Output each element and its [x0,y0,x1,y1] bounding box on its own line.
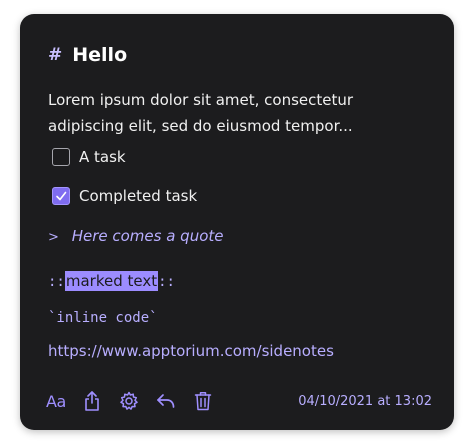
marked-text: marked text [64,271,159,291]
task-label: Completed task [79,187,198,205]
font-icon[interactable]: Aa [46,392,66,411]
gear-icon[interactable] [118,390,140,412]
note-card: # Hello Lorem ipsum dolor sit amet, cons… [20,14,454,430]
marked-suffix: :: [158,274,175,290]
marked-line: ::marked text:: [48,271,175,291]
inline-code: `inline code` [48,310,158,326]
marked-prefix: :: [48,274,65,290]
checkmark-icon [56,191,67,201]
note-title[interactable]: # Hello [48,44,127,66]
quote-text: Here comes a quote [71,227,224,245]
timestamp: 04/10/2021 at 13:02 [298,394,432,409]
quote-marker: > [48,230,59,245]
task-item: A task [52,148,126,166]
task-checkbox-checked[interactable] [52,187,70,205]
undo-icon[interactable] [155,390,177,412]
heading-marker: # [48,45,63,65]
task-label: A task [79,148,126,166]
trash-icon[interactable] [192,390,214,412]
bottom-toolbar: Aa [46,390,229,412]
task-item-completed: Completed task [52,187,197,205]
paragraph-text: Lorem ipsum dolor sit amet, consectetur … [48,91,354,135]
title-text: Hello [72,44,128,66]
quote-block: > Here comes a quote [48,227,223,245]
share-icon[interactable] [81,390,103,412]
link[interactable]: https://www.apptorium.com/sidenotes [48,342,334,360]
task-checkbox[interactable] [52,148,70,166]
